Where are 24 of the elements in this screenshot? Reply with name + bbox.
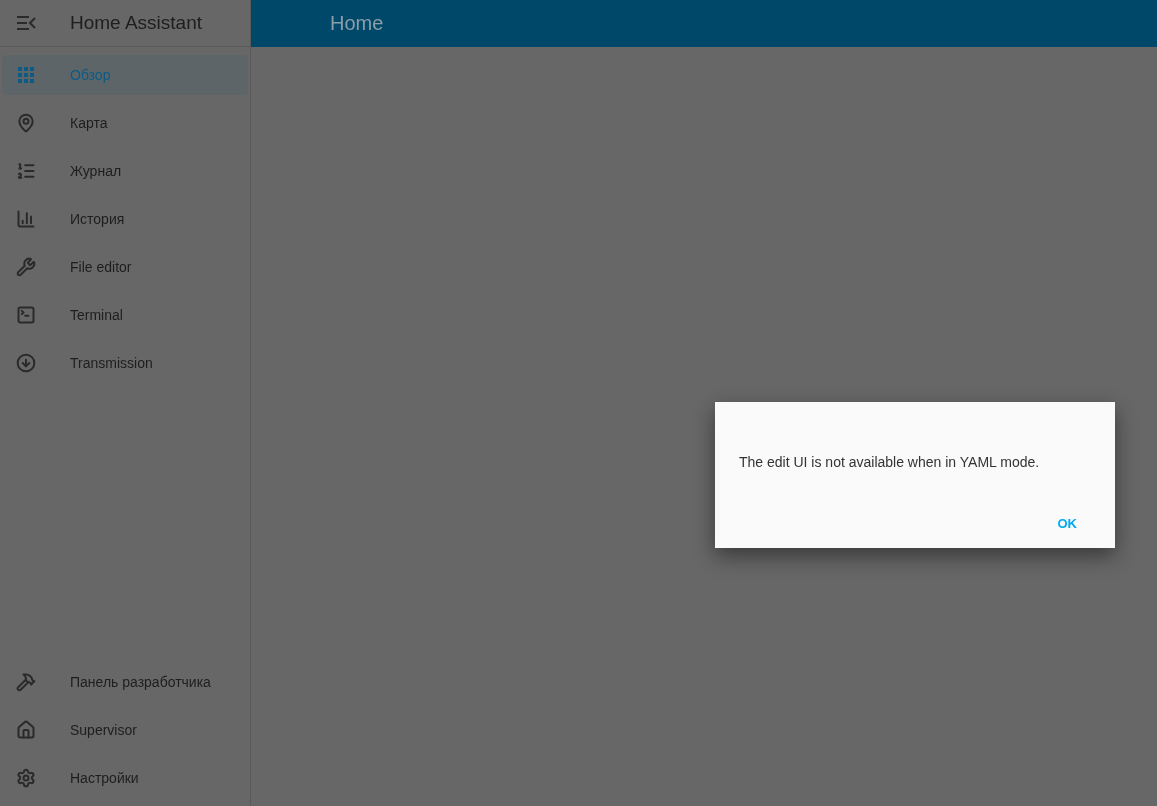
terminal-icon	[16, 305, 36, 325]
app-title: Home Assistant	[70, 12, 202, 34]
page-title: Home	[330, 12, 384, 35]
hammer-icon	[16, 672, 36, 692]
download-circle-icon	[16, 353, 36, 373]
bar-chart-icon	[16, 209, 36, 229]
settings-icon	[16, 768, 36, 788]
nav-item[interactable]: Terminal	[2, 295, 248, 335]
map-pin-icon	[16, 113, 36, 133]
ok-button[interactable]: OK	[1043, 510, 1091, 537]
house-icon	[16, 720, 36, 740]
nav-item[interactable]: Transmission	[2, 343, 248, 383]
wrench-icon	[16, 257, 36, 277]
nav-item[interactable]: File editor	[2, 247, 248, 287]
nav-item[interactable]: Журнал	[2, 151, 248, 191]
nav-item[interactable]: Supervisor	[2, 710, 248, 750]
nav-item[interactable]: Карта	[2, 103, 248, 143]
menu-icon[interactable]	[16, 15, 36, 31]
list-icon	[16, 161, 36, 181]
nav-item[interactable]: Настройки	[2, 758, 248, 798]
nav-item[interactable]: Панель разработчика	[2, 662, 248, 702]
nav-item[interactable]: История	[2, 199, 248, 239]
dialog-message: The edit UI is not available when in YAML mode.	[739, 454, 1041, 470]
grid-icon	[16, 65, 36, 85]
